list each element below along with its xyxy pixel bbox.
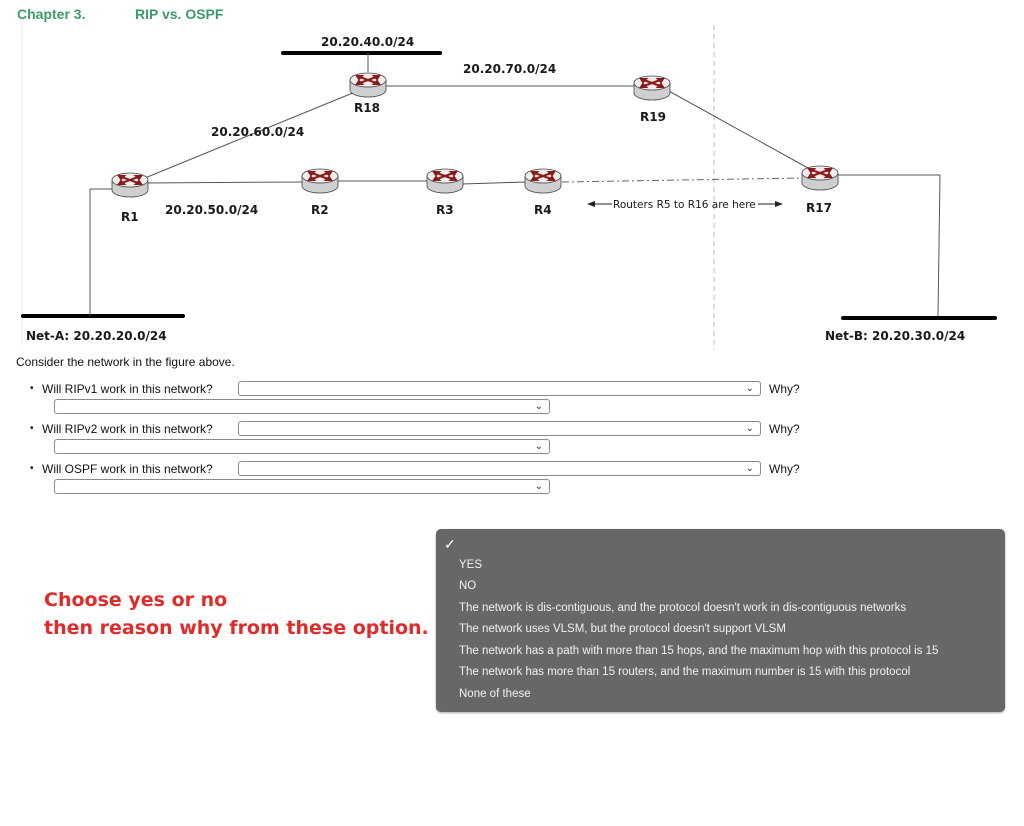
note-line-2: then reason why from these option.	[44, 617, 429, 639]
label-net-70: 20.20.70.0/24	[463, 62, 556, 76]
label-r19: R19	[640, 110, 666, 124]
ospf-answer-select[interactable]: ⌄	[238, 461, 761, 476]
router-r4-icon	[524, 168, 562, 194]
why-label: Why?	[769, 462, 800, 476]
label-r18: R18	[354, 101, 380, 115]
link-r3-r4	[461, 181, 527, 185]
ripv1-reason-select[interactable]: ⌄	[54, 399, 550, 414]
label-net-40: 20.20.40.0/24	[321, 35, 414, 49]
label-r17: R17	[806, 201, 832, 215]
why-label: Why?	[769, 422, 800, 436]
chevron-down-icon: ⌄	[534, 401, 543, 412]
bullet: •	[30, 423, 34, 434]
ripv2-reason-select[interactable]: ⌄	[54, 439, 550, 454]
chevron-down-icon: ⌄	[745, 423, 754, 434]
label-net-a: Net-A: 20.20.20.0/24	[26, 329, 167, 343]
label-r2: R2	[311, 203, 329, 217]
router-r19-icon	[633, 75, 671, 101]
label-net-50: 20.20.50.0/24	[165, 203, 258, 217]
router-r17-icon	[801, 165, 839, 191]
router-r2-icon	[301, 168, 339, 194]
question-label: Will OSPF work in this network?	[42, 462, 213, 476]
option-no[interactable]: NO	[459, 580, 476, 592]
note-line-1: Choose yes or no	[44, 589, 228, 611]
ospf-reason-select[interactable]: ⌄	[54, 479, 550, 494]
option-router-count[interactable]: The network has more than 15 routers, an…	[459, 666, 910, 678]
option-dis-contiguous[interactable]: The network is dis-contiguous, and the p…	[459, 602, 906, 614]
question-label: Will RIPv1 work in this network?	[42, 382, 213, 396]
ripv1-answer-select[interactable]: ⌄	[238, 381, 761, 396]
label-r1: R1	[121, 210, 139, 224]
option-none[interactable]: None of these	[459, 688, 531, 700]
label-r3: R3	[436, 203, 454, 217]
ripv2-answer-select[interactable]: ⌄	[238, 421, 761, 436]
chevron-down-icon: ⌄	[745, 383, 754, 394]
option-yes[interactable]: YES	[459, 559, 482, 571]
instruction-note: Choose yes or no then reason why from th…	[44, 586, 429, 642]
bullet: •	[30, 463, 34, 474]
dropdown-options-menu: ✓ YES NO The network is dis-contiguous, …	[436, 529, 1005, 712]
chevron-down-icon: ⌄	[534, 441, 543, 452]
router-r1-icon	[111, 172, 149, 198]
why-label: Why?	[769, 382, 800, 396]
router-r18-icon	[349, 72, 387, 98]
network-diagram: 20.20.40.0/24 20.20.70.0/24 20.20.60.0/2…	[21, 25, 997, 350]
router-r3-icon	[426, 168, 464, 194]
bullet: •	[30, 383, 34, 394]
question-label: Will RIPv2 work in this network?	[42, 422, 213, 436]
hidden-routers-note: Routers R5 to R16 are here	[613, 199, 756, 211]
checkmark-icon: ✓	[444, 536, 456, 552]
intro-text: Consider the network in the figure above…	[16, 355, 235, 369]
label-r4: R4	[534, 203, 552, 217]
label-net-60: 20.20.60.0/24	[211, 125, 304, 139]
chevron-down-icon: ⌄	[745, 463, 754, 474]
link-r19-r17	[666, 89, 809, 169]
option-vlsm[interactable]: The network uses VLSM, but the protocol …	[459, 623, 786, 635]
label-net-b: Net-B: 20.20.30.0/24	[825, 329, 965, 343]
option-hop-count[interactable]: The network has a path with more than 15…	[459, 645, 938, 657]
link-r4-r17-dashed	[561, 177, 805, 183]
link-r1-r2	[144, 181, 304, 184]
chevron-down-icon: ⌄	[534, 481, 543, 492]
link-r17-netb	[937, 174, 941, 317]
